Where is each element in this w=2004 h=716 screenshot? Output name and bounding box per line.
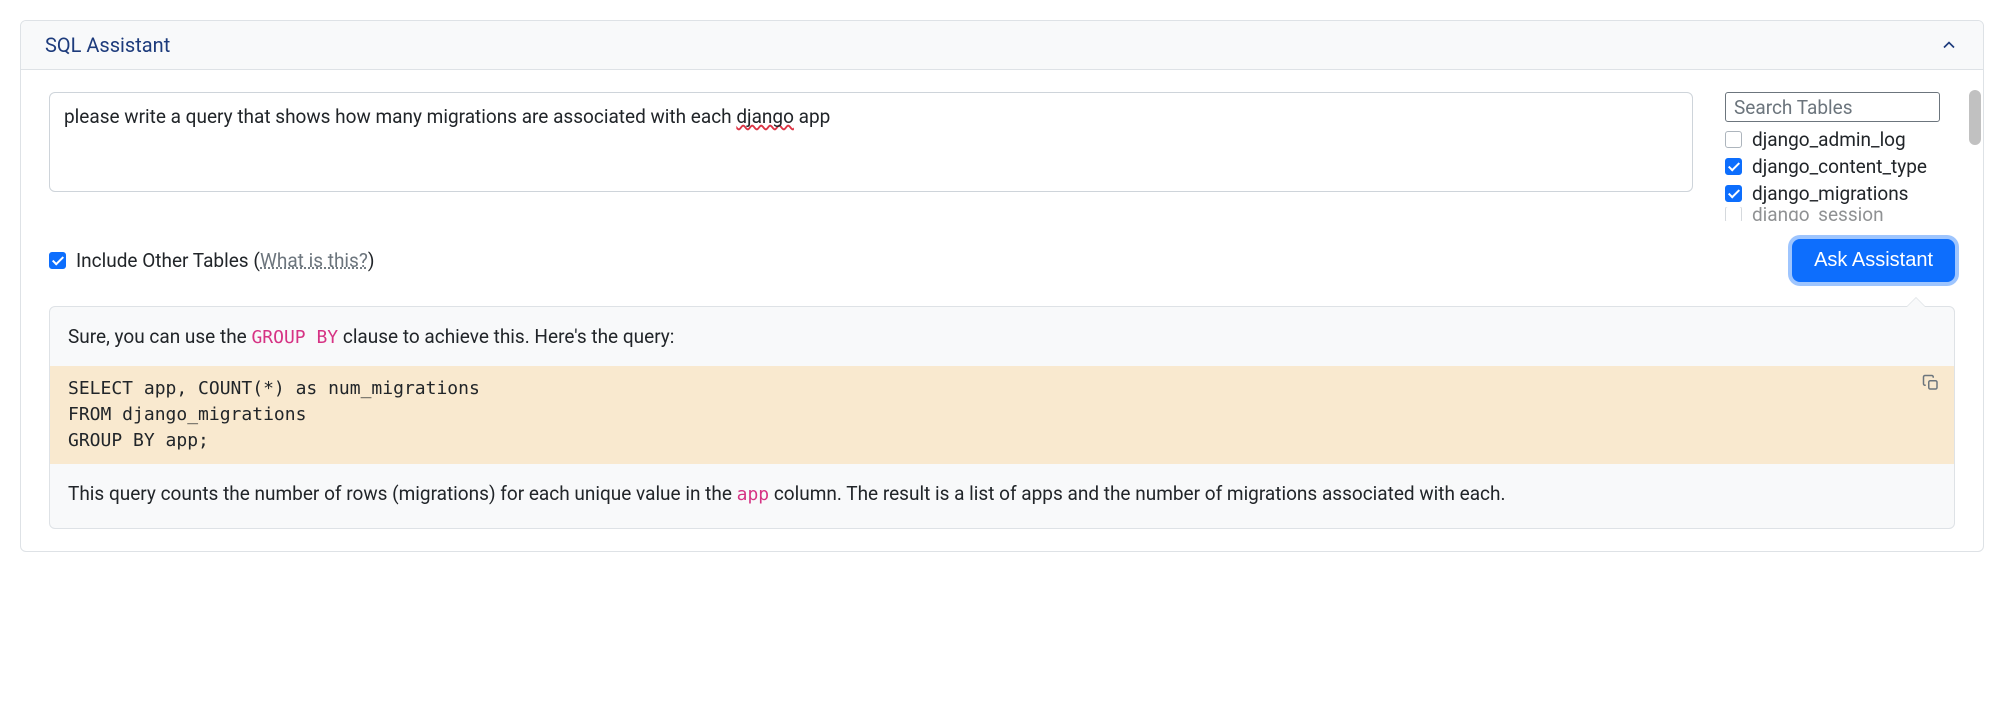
inline-code: app bbox=[737, 484, 770, 505]
panel-body: please write a query that shows how many… bbox=[21, 70, 1983, 551]
sql-assistant-panel: SQL Assistant please write a query that … bbox=[20, 20, 1984, 552]
ask-assistant-button[interactable]: Ask Assistant bbox=[1792, 239, 1955, 282]
panel-header[interactable]: SQL Assistant bbox=[21, 21, 1983, 70]
input-row: please write a query that shows how many… bbox=[49, 92, 1955, 221]
table-checkbox[interactable] bbox=[1725, 131, 1742, 148]
table-checkbox[interactable] bbox=[1725, 158, 1742, 175]
table-list: django_admin_log django_content_type dja… bbox=[1725, 126, 1955, 221]
table-checkbox[interactable] bbox=[1725, 185, 1742, 202]
table-item[interactable]: django_content_type bbox=[1725, 153, 1955, 180]
what-is-this-link[interactable]: What is this? bbox=[260, 249, 368, 272]
table-name: django_admin_log bbox=[1752, 128, 1906, 151]
assistant-response: Sure, you can use the GROUP BY clause to… bbox=[49, 306, 1955, 529]
panel-title: SQL Assistant bbox=[45, 33, 170, 57]
sql-code-block: SELECT app, COUNT(*) as num_migrations F… bbox=[50, 366, 1954, 464]
spellcheck-word: django bbox=[736, 105, 794, 128]
table-name: django_migrations bbox=[1752, 182, 1909, 205]
include-other-label: Include Other Tables (What is this?) bbox=[76, 249, 374, 272]
tables-panel: django_admin_log django_content_type dja… bbox=[1725, 92, 1955, 221]
table-checkbox[interactable] bbox=[1725, 207, 1742, 221]
scrollbar-thumb[interactable] bbox=[1969, 90, 1981, 145]
include-other-checkbox[interactable] bbox=[49, 252, 66, 269]
table-name: django_content_type bbox=[1752, 155, 1927, 178]
include-other-tables-option: Include Other Tables (What is this?) bbox=[49, 249, 374, 272]
response-paragraph: This query counts the number of rows (mi… bbox=[50, 480, 1954, 509]
table-name: django_session bbox=[1752, 207, 1884, 221]
table-item[interactable]: django_admin_log bbox=[1725, 126, 1955, 153]
table-item[interactable]: django_session bbox=[1725, 207, 1955, 221]
inline-code: GROUP BY bbox=[251, 327, 338, 348]
copy-icon[interactable] bbox=[1922, 374, 1940, 392]
response-arrow bbox=[1906, 297, 1926, 307]
table-item[interactable]: django_migrations bbox=[1725, 180, 1955, 207]
search-tables-input[interactable] bbox=[1725, 92, 1940, 122]
options-row: Include Other Tables (What is this?) Ask… bbox=[49, 239, 1955, 282]
response-paragraph: Sure, you can use the GROUP BY clause to… bbox=[50, 323, 1954, 352]
prompt-textarea[interactable]: please write a query that shows how many… bbox=[49, 92, 1693, 192]
chevron-up-icon bbox=[1939, 35, 1959, 55]
